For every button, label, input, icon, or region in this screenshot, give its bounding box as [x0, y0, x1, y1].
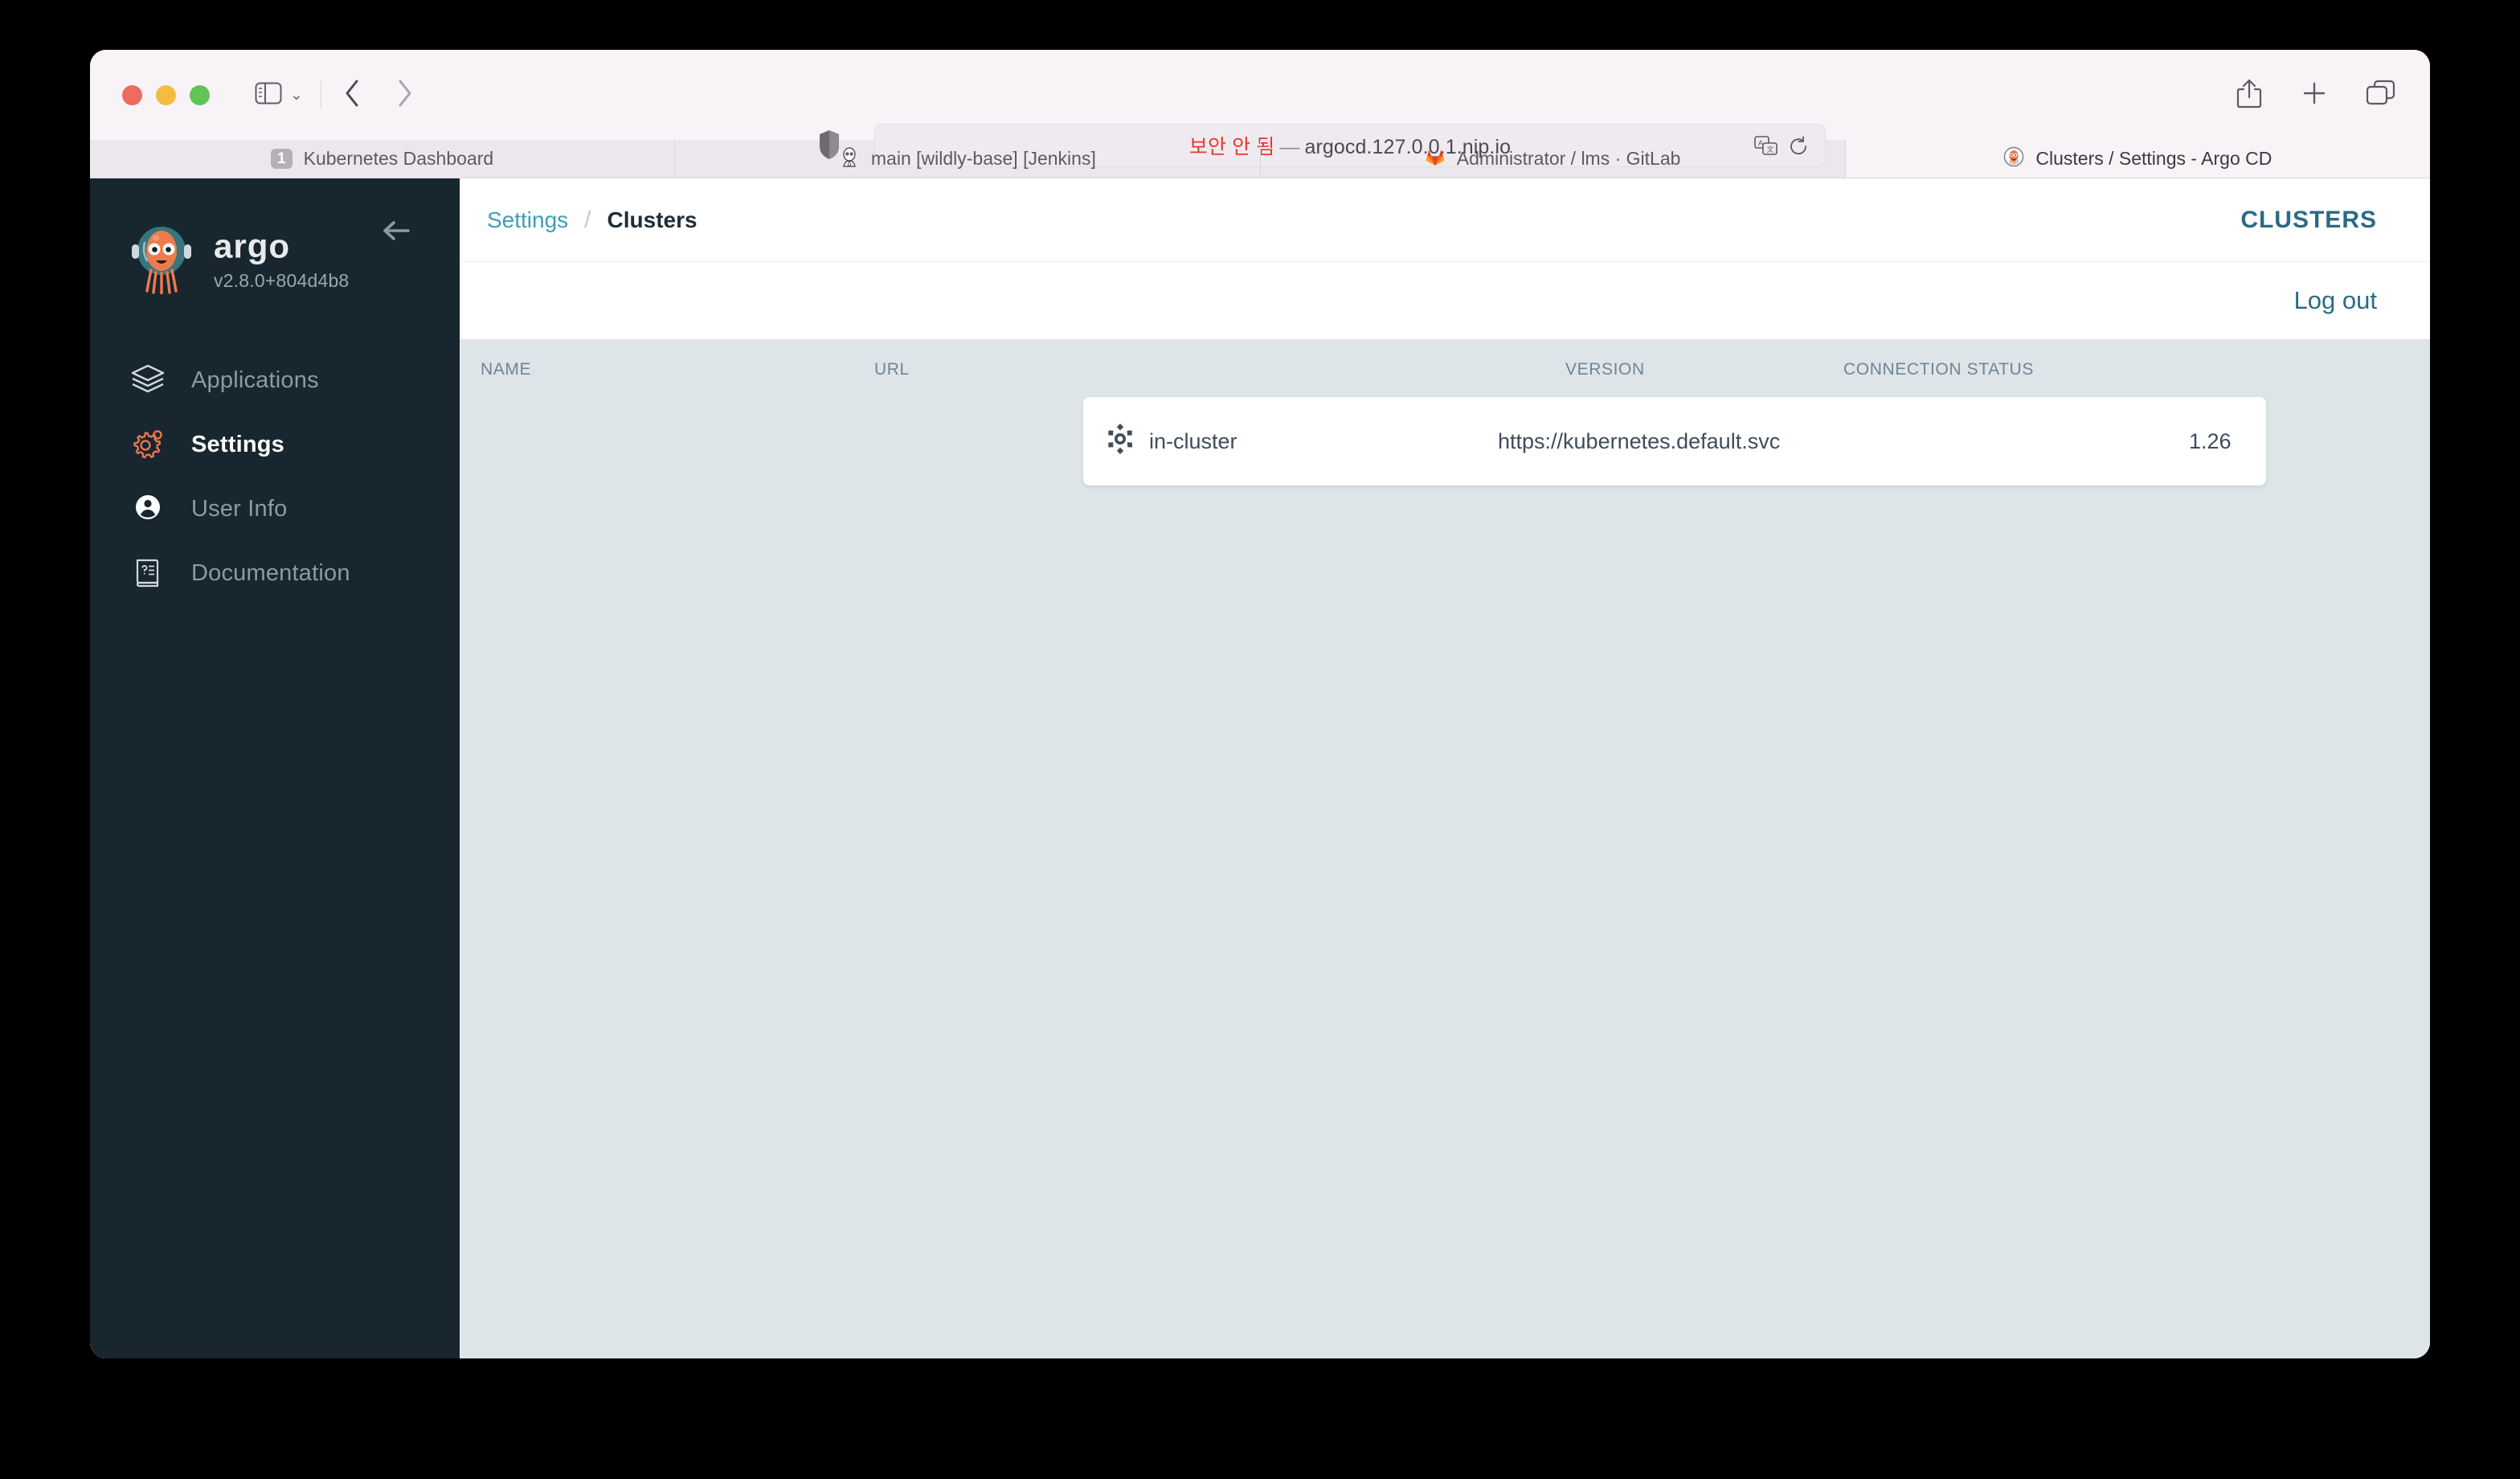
- layers-icon: [129, 359, 167, 402]
- table-row[interactable]: in-cluster https://kubernetes.default.sv…: [1083, 397, 2266, 485]
- sidebar-item-label: User Info: [191, 495, 288, 522]
- column-header-name: NAME: [481, 360, 532, 379]
- sidebar-item-label: Applications: [191, 367, 319, 393]
- forward-icon[interactable]: [394, 77, 415, 113]
- argo-octopus-logo: [127, 220, 196, 298]
- sidebar-icon[interactable]: [255, 82, 282, 109]
- breadcrumb-separator: /: [584, 206, 591, 233]
- gear-icon: [129, 424, 167, 466]
- user-circle-icon: [129, 488, 167, 531]
- arrow-left-icon[interactable]: [378, 212, 415, 249]
- breadcrumb-current: Clusters: [607, 207, 698, 232]
- breadcrumb: Settings / Clusters: [487, 207, 698, 234]
- tab-title: Administrator / lms · GitLab: [1456, 148, 1681, 169]
- tab-title: main [wildly-base] [Jenkins]: [870, 148, 1096, 169]
- tab-gitlab[interactable]: Administrator / lms · GitLab: [1261, 140, 1846, 178]
- sidebar-item-applications[interactable]: Applications: [90, 348, 460, 412]
- svg-text:argo: argo: [214, 230, 290, 264]
- sidebar-nav: Applications Settings User Info Document…: [90, 348, 460, 605]
- tab-jenkins[interactable]: main [wildly-base] [Jenkins]: [675, 140, 1261, 178]
- cell-version: 1.26: [2189, 428, 2232, 453]
- argo-octopus-icon: [2003, 146, 2024, 172]
- new-tab-icon[interactable]: [2301, 80, 2328, 111]
- jenkins-butler-icon: [839, 146, 860, 172]
- share-icon[interactable]: [2236, 78, 2263, 113]
- page-header: Settings / Clusters CLUSTERS: [460, 178, 2430, 262]
- page-title: CLUSTERS: [2240, 206, 2377, 233]
- column-header-connection-status: CONNECTION STATUS: [1843, 360, 2034, 379]
- column-header-actions: [2334, 360, 2430, 379]
- tab-bar: 1 Kubernetes Dashboard main [wildly-base…: [90, 140, 2430, 178]
- clusters-content: NAME URL VERSION CONNECTION STATUS in-cl…: [460, 339, 2430, 1358]
- sidebar-item-user-info[interactable]: User Info: [90, 477, 460, 541]
- cell-url: https://kubernetes.default.svc: [1498, 428, 1781, 453]
- kubernetes-icon: [1104, 423, 1149, 461]
- tab-kubernetes-dashboard[interactable]: 1 Kubernetes Dashboard: [90, 140, 676, 178]
- cell-name: in-cluster: [1083, 423, 1498, 461]
- argo-wordmark: argo: [214, 230, 290, 264]
- browser-toolbar: ⌄ 보안 안 됨 — argocd.127.0.0.1.nip.io A 文: [90, 50, 2430, 167]
- tab-badge: 1: [271, 148, 292, 170]
- gitlab-fox-icon: [1425, 146, 1446, 172]
- logout-button[interactable]: Log out: [2294, 286, 2377, 315]
- tab-title: Kubernetes Dashboard: [303, 148, 494, 169]
- sidebar-item-label: Documentation: [191, 559, 350, 586]
- argo-brand[interactable]: argo v2.8.0+804d4b8: [90, 178, 460, 298]
- argo-version-label: v2.8.0+804d4b8: [214, 270, 350, 291]
- tab-argo-cd[interactable]: Clusters / Settings - Argo CD: [1845, 140, 2430, 178]
- argo-sidebar: argo v2.8.0+804d4b8 Applications Setting…: [90, 178, 460, 1358]
- close-window-button[interactable]: [122, 84, 142, 105]
- clusters-table-body: in-cluster https://kubernetes.default.sv…: [460, 397, 2430, 485]
- book-question-icon: [129, 552, 167, 595]
- tab-overview-icon[interactable]: [2366, 80, 2396, 111]
- main-area: Settings / Clusters CLUSTERS Log out NAM…: [460, 178, 2430, 1358]
- sidebar-item-settings[interactable]: Settings: [90, 412, 460, 477]
- minimize-window-button[interactable]: [156, 84, 176, 105]
- back-icon[interactable]: [342, 77, 363, 113]
- column-header-url: URL: [874, 360, 910, 379]
- tab-title: Clusters / Settings - Argo CD: [2035, 148, 2272, 169]
- zoom-window-button[interactable]: [190, 84, 210, 105]
- column-header-version: VERSION: [1565, 360, 1645, 379]
- browser-window: ⌄ 보안 안 됨 — argocd.127.0.0.1.nip.io A 文 1…: [90, 50, 2430, 1358]
- window-controls: [122, 84, 210, 105]
- table-header-row: NAME URL VERSION CONNECTION STATUS: [460, 339, 2430, 397]
- page-viewport: argo v2.8.0+804d4b8 Applications Setting…: [90, 178, 2430, 1358]
- sidebar-item-label: Settings: [191, 431, 284, 457]
- chevron-down-icon[interactable]: ⌄: [290, 88, 303, 103]
- breadcrumb-settings-link[interactable]: Settings: [487, 207, 568, 233]
- user-bar: Log out: [460, 262, 2430, 339]
- cluster-name: in-cluster: [1149, 428, 1238, 453]
- sidebar-item-documentation[interactable]: Documentation: [90, 541, 460, 605]
